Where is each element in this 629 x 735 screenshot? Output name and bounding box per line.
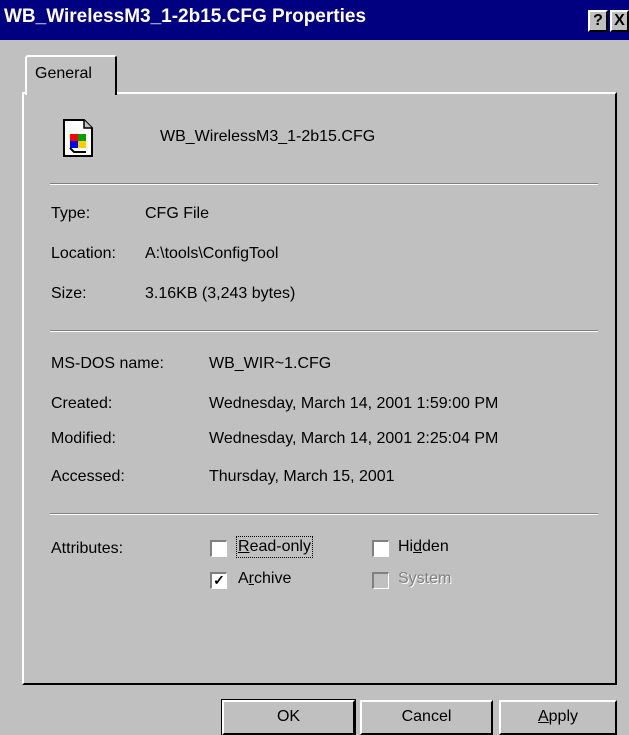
location-value: A:\tools\ConfigTool [145, 245, 279, 262]
tab-general-label: General [35, 65, 92, 82]
size-label: Size: [51, 285, 87, 302]
separator [50, 330, 598, 332]
attributes-label: Attributes: [51, 540, 124, 557]
separator [50, 513, 598, 515]
ok-button[interactable]: OK [221, 699, 356, 735]
separator [50, 183, 598, 185]
type-label: Type: [51, 205, 91, 222]
hidden-checkbox[interactable] [372, 540, 389, 557]
msdos-name-value: WB_WIR~1.CFG [209, 355, 332, 372]
created-value: Wednesday, March 14, 2001 1:59:00 PM [209, 395, 499, 412]
created-label: Created: [51, 395, 113, 412]
close-button[interactable]: X [610, 10, 629, 32]
cancel-button[interactable]: Cancel [360, 700, 493, 735]
tab-general[interactable]: General [25, 55, 117, 95]
apply-button[interactable]: Apply [499, 700, 617, 735]
modified-value: Wednesday, March 14, 2001 2:25:04 PM [209, 430, 499, 447]
properties-dialog: WB_WirelessM3_1-2b15.CFG Properties ? X … [0, 0, 629, 735]
readonly-checkbox[interactable] [210, 540, 227, 557]
system-checkbox [372, 572, 389, 589]
hidden-label[interactable]: Hidden [398, 538, 449, 556]
accessed-value: Thursday, March 15, 2001 [209, 468, 395, 485]
general-panel [22, 92, 617, 685]
help-button[interactable]: ? [588, 10, 608, 32]
title-bar[interactable]: WB_WirelessM3_1-2b15.CFG Properties ? X [0, 0, 629, 40]
size-value: 3.16KB (3,243 bytes) [145, 285, 296, 302]
location-label: Location: [51, 245, 116, 262]
window-title: WB_WirelessM3_1-2b15.CFG Properties [4, 6, 367, 27]
accessed-label: Accessed: [51, 468, 125, 485]
cfg-file-icon [63, 119, 93, 157]
modified-label: Modified: [51, 430, 116, 447]
archive-label[interactable]: Archive [238, 570, 291, 588]
readonly-label[interactable]: Read-only [236, 536, 313, 558]
file-name: WB_WirelessM3_1-2b15.CFG [160, 128, 376, 145]
type-value: CFG File [145, 205, 209, 222]
system-label: System [398, 570, 452, 587]
msdos-name-label: MS-DOS name: [51, 355, 164, 372]
archive-checkbox[interactable]: ✓ [210, 572, 227, 589]
